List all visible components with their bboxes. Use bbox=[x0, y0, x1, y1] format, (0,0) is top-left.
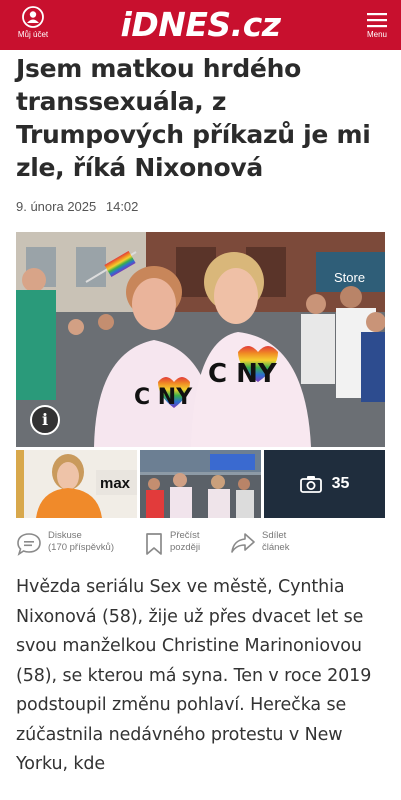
site-logo[interactable]: iDNES.cz bbox=[0, 4, 401, 46]
article-date: 9. února 2025 bbox=[16, 199, 97, 214]
share-line2: článek bbox=[262, 542, 290, 553]
article-title: Jsem matkou hrdého transsexuála, z Trump… bbox=[16, 54, 371, 182]
hamburger-menu-icon bbox=[367, 13, 387, 28]
share-arrow-icon bbox=[231, 533, 255, 553]
thumbnail-1[interactable]: max bbox=[16, 450, 137, 518]
bookmark-icon bbox=[146, 533, 162, 555]
discussion-button[interactable]: Diskuse (170 příspěvků) bbox=[16, 530, 114, 566]
read-later-line1: Přečíst bbox=[170, 530, 200, 541]
left-shirt-text: C NY bbox=[134, 385, 193, 410]
right-shirt-text: C NY bbox=[208, 359, 278, 389]
store-sign-text: Store bbox=[334, 270, 365, 285]
menu-label: Menu bbox=[366, 30, 387, 39]
menu-button[interactable]: Menu bbox=[363, 12, 391, 39]
article-time: 14:02 bbox=[105, 199, 139, 214]
main-article-photo[interactable]: Store C NY C NY i bbox=[16, 232, 385, 447]
share-line1: Sdílet bbox=[262, 530, 287, 541]
camera-icon bbox=[299, 476, 322, 493]
photo-info-button[interactable]: i bbox=[30, 405, 60, 435]
thumbnail-2-image bbox=[140, 450, 261, 518]
discussion-count: (170 příspěvků) bbox=[48, 542, 115, 553]
discussion-label: Diskuse bbox=[48, 530, 82, 541]
share-button[interactable]: Sdílet článek bbox=[230, 530, 289, 566]
gallery-count: 35 bbox=[331, 475, 350, 492]
photo-thumbnails: max 35 bbox=[16, 450, 385, 518]
thumbnail-2[interactable] bbox=[140, 450, 261, 518]
article-lead-text: Hvězda seriálu Sex ve městě, Cynthia Nix… bbox=[16, 577, 372, 774]
article-actions: Diskuse (170 příspěvků) Přečíst později … bbox=[16, 530, 385, 566]
read-later-button[interactable]: Přečíst později bbox=[144, 530, 200, 566]
info-icon: i bbox=[41, 410, 49, 429]
thumbnail-max-logo: max bbox=[100, 475, 131, 492]
read-later-line2: později bbox=[170, 542, 201, 553]
gallery-button[interactable]: 35 bbox=[264, 450, 385, 518]
article-datetime: 9. února 2025 14:02 bbox=[16, 199, 138, 214]
site-header: Můj účet iDNES.cz Menu bbox=[0, 0, 401, 50]
main-photo-illustration: Store C NY C NY bbox=[16, 232, 385, 447]
thumbnail-1-image: max bbox=[16, 450, 137, 518]
comment-bubble-icon bbox=[17, 533, 41, 556]
